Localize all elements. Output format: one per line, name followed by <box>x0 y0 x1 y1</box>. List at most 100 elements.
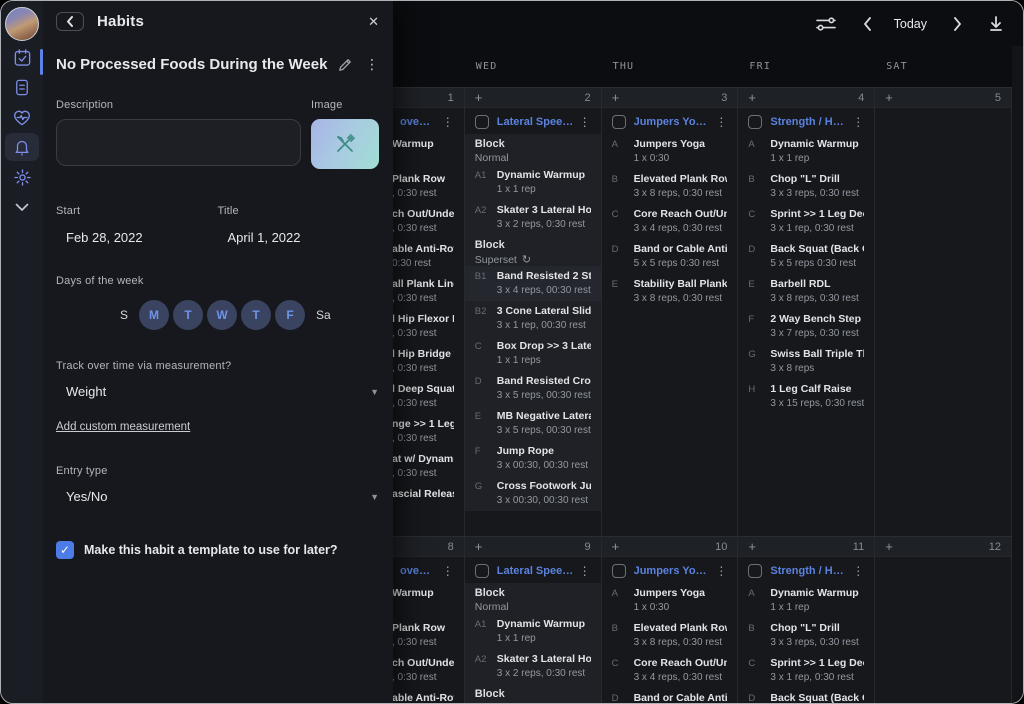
measurement-select[interactable]: Weight ▼ <box>56 384 379 399</box>
edit-pencil-icon[interactable] <box>338 58 352 72</box>
exercise-row[interactable]: H1 Leg Calf Raise3 x 15 reps, 0:30 rest <box>738 379 874 414</box>
workout-menu-icon[interactable]: ⋮ <box>575 564 591 578</box>
today-button[interactable]: Today <box>894 17 927 31</box>
close-icon[interactable]: ✕ <box>368 14 379 30</box>
add-workout-button[interactable]: + <box>475 91 483 104</box>
sidebar-item-health[interactable] <box>5 103 39 131</box>
prev-week-icon[interactable] <box>863 17 872 31</box>
exercise-row[interactable]: BElevated Plank Row3 x 8 reps, 0:30 rest <box>602 169 738 204</box>
exercise-row[interactable]: CCore Reach Out/Under3 x 4 reps, 0:30 re… <box>602 653 738 688</box>
workout-title[interactable]: Jumpers Yoga / Core <box>634 565 712 577</box>
workout-menu-icon[interactable]: ⋮ <box>848 564 864 578</box>
add-workout-button[interactable]: + <box>612 540 620 553</box>
workout-title-row[interactable]: Jumpers Yoga / Core⋮ <box>602 561 738 581</box>
sidebar-item-calendar[interactable] <box>5 43 39 71</box>
add-workout-button[interactable]: + <box>748 540 756 553</box>
workout-title-row[interactable]: Lateral Speed / Plyo⋮ <box>465 561 601 581</box>
exercise-row[interactable]: CSprint >> 1 Leg Declarations3 x 1 rep, … <box>738 653 874 688</box>
exercise-row[interactable]: EBarbell RDL3 x 8 reps, 0:30 rest <box>738 274 874 309</box>
workout-title[interactable]: Lateral Speed / Plyo <box>497 116 575 128</box>
workout-menu-icon[interactable]: ⋮ <box>711 115 727 129</box>
workout-checkbox[interactable] <box>612 115 626 129</box>
sidebar-expand-chevron[interactable] <box>5 193 39 221</box>
exercise-row[interactable]: A1Dynamic Warmup1 x 1 rep <box>465 165 601 200</box>
exercise-row[interactable]: EStability Ball Plank Linear ...3 x 8 re… <box>602 274 738 309</box>
entry-type-select[interactable]: Yes/No ▼ <box>56 489 379 504</box>
exercise-row[interactable]: A2Skater 3 Lateral Hops >> ...3 x 2 reps… <box>465 649 601 684</box>
day-label[interactable]: Sa <box>316 308 331 322</box>
exercise-row[interactable]: CSprint >> 1 Leg Declarations3 x 1 rep, … <box>738 204 874 239</box>
workout-checkbox[interactable] <box>748 115 762 129</box>
exercise-row[interactable]: BElevated Plank Row3 x 8 reps, 0:30 rest <box>602 618 738 653</box>
habit-menu-icon[interactable]: ⋮ <box>365 57 379 73</box>
add-workout-button[interactable]: + <box>612 91 620 104</box>
add-workout-button[interactable]: + <box>885 91 893 104</box>
exercise-row[interactable]: DBand Resisted Crossover...3 x 5 reps, 0… <box>465 371 601 406</box>
start-date-value[interactable]: Feb 28, 2022 <box>56 230 218 245</box>
exercise-row[interactable]: CBox Drop >> 3 Lateral H...1 x 1 reps <box>465 336 601 371</box>
workout-title-row[interactable]: Strength / Hypertro...⋮ <box>738 561 874 581</box>
workout-title[interactable]: ovement Q... <box>400 565 438 577</box>
filter-sliders-icon[interactable] <box>815 15 837 33</box>
day-circle[interactable]: F <box>275 300 305 330</box>
exercise-row[interactable]: DBand or Cable Anti Rotati... <box>602 688 738 703</box>
workout-title-row[interactable]: Jumpers Yoga / Core⋮ <box>602 112 738 132</box>
avatar[interactable] <box>5 7 39 41</box>
sidebar-item-reminders[interactable] <box>5 133 39 161</box>
add-custom-measurement-link[interactable]: Add custom measurement <box>56 421 190 433</box>
add-workout-button[interactable]: + <box>885 540 893 553</box>
exercise-row[interactable]: B23 Cone Lateral Slide3 x 1 rep, 00:30 r… <box>465 301 601 336</box>
day-circle[interactable]: W <box>207 300 237 330</box>
back-button[interactable] <box>56 12 84 31</box>
workout-title[interactable]: Strength / Hypertro... <box>770 116 848 128</box>
add-workout-button[interactable]: + <box>475 540 483 553</box>
workout-checkbox[interactable] <box>475 564 489 578</box>
day-label[interactable]: S <box>120 308 128 322</box>
workout-title[interactable]: Jumpers Yoga / Core <box>634 116 712 128</box>
exercise-row[interactable]: GSwiss Ball Triple Threat3 x 8 reps <box>738 344 874 379</box>
exercise-row[interactable]: A1Dynamic Warmup1 x 1 rep <box>465 614 601 649</box>
workout-menu-icon[interactable]: ⋮ <box>438 564 454 578</box>
exercise-row[interactable]: CCore Reach Out/Under3 x 4 reps, 0:30 re… <box>602 204 738 239</box>
exercise-row[interactable]: DBand or Cable Anti Rotati...5 x 5 reps … <box>602 239 738 274</box>
exercise-row[interactable]: BChop "L" Drill3 x 3 reps, 0:30 rest <box>738 618 874 653</box>
exercise-row[interactable]: EMB Negative Lateral Hop...3 x 5 reps, 0… <box>465 406 601 441</box>
exercise-row[interactable]: GCross Footwork Jump Rope3 x 00:30, 00:3… <box>465 476 601 511</box>
workout-title-row[interactable]: Lateral Speed / Plyo⋮ <box>465 112 601 132</box>
workout-title[interactable]: Lateral Speed / Plyo <box>497 565 575 577</box>
day-circle[interactable]: T <box>241 300 271 330</box>
exercise-row[interactable]: B1Band Resisted 2 Step Late...3 x 4 reps… <box>465 266 601 301</box>
exercise-row[interactable]: DBack Squat (Back Off Set) <box>738 688 874 703</box>
exercise-row[interactable]: AJumpers Yoga1 x 0:30 <box>602 583 738 618</box>
add-workout-button[interactable]: + <box>748 91 756 104</box>
exercise-row[interactable]: AJumpers Yoga1 x 0:30 <box>602 134 738 169</box>
day-circle[interactable]: T <box>173 300 203 330</box>
template-checkbox[interactable]: ✓ <box>56 541 74 559</box>
habit-image-tile[interactable] <box>311 119 379 169</box>
exercise-row[interactable]: A2Skater 3 Lateral Hops >> ...3 x 2 reps… <box>465 200 601 235</box>
workout-checkbox[interactable] <box>475 115 489 129</box>
chevron-down-icon <box>15 203 29 212</box>
end-date-value[interactable]: April 1, 2022 <box>218 230 380 245</box>
workout-title[interactable]: Strength / Hypertro... <box>770 565 848 577</box>
exercise-row[interactable]: F2 Way Bench Step Up3 x 7 reps, 0:30 res… <box>738 309 874 344</box>
exercise-row[interactable]: ADynamic Warmup1 x 1 rep <box>738 583 874 618</box>
workout-title[interactable]: ovement Q... <box>400 116 438 128</box>
workout-menu-icon[interactable]: ⋮ <box>711 564 727 578</box>
next-week-icon[interactable] <box>953 17 962 31</box>
sidebar-item-settings[interactable] <box>5 163 39 191</box>
exercise-row[interactable]: DBack Squat (Back Off Set)5 x 5 reps 0:3… <box>738 239 874 274</box>
workout-menu-icon[interactable]: ⋮ <box>848 115 864 129</box>
exercise-row[interactable]: BChop "L" Drill3 x 3 reps, 0:30 rest <box>738 169 874 204</box>
exercise-row[interactable]: ADynamic Warmup1 x 1 rep <box>738 134 874 169</box>
exercise-row[interactable]: FJump Rope3 x 00:30, 00:30 rest <box>465 441 601 476</box>
workout-title-row[interactable]: Strength / Hypertro...⋮ <box>738 112 874 132</box>
sidebar-item-notes[interactable] <box>5 73 39 101</box>
day-circle[interactable]: M <box>139 300 169 330</box>
download-icon[interactable] <box>988 15 1004 32</box>
workout-checkbox[interactable] <box>748 564 762 578</box>
description-input[interactable] <box>56 119 301 166</box>
workout-menu-icon[interactable]: ⋮ <box>438 115 454 129</box>
workout-checkbox[interactable] <box>612 564 626 578</box>
workout-menu-icon[interactable]: ⋮ <box>575 115 591 129</box>
